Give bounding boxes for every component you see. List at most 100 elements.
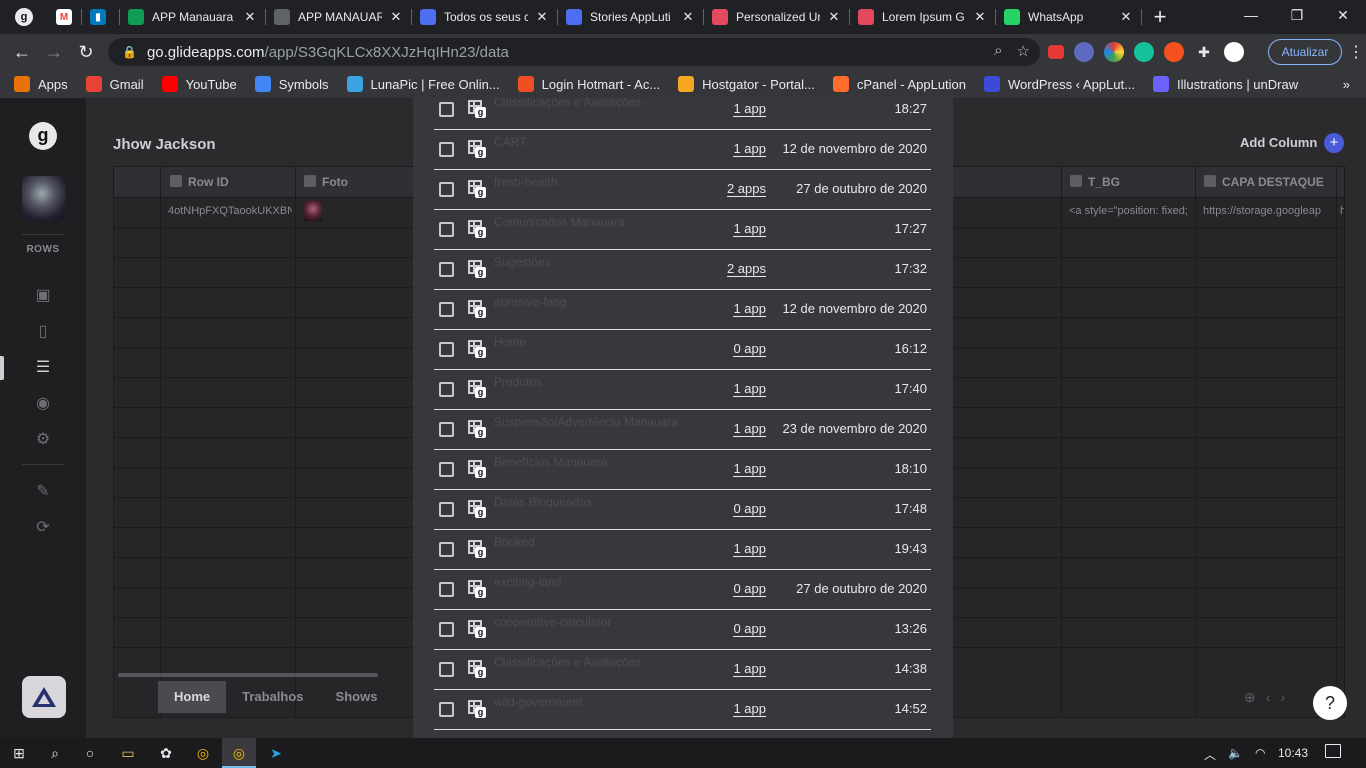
close-tab-icon[interactable]: ✕: [972, 9, 988, 25]
close-tab-icon[interactable]: ✕: [680, 9, 696, 25]
add-column-button[interactable]: +: [1324, 133, 1344, 153]
column-header-t-bg[interactable]: T_BG: [1070, 175, 1120, 189]
chevron-up-icon[interactable]: ︿: [1204, 746, 1216, 763]
apps-count-link[interactable]: 1 app: [704, 701, 766, 717]
select-checkbox[interactable]: [439, 102, 454, 117]
search-icon[interactable]: ⌕: [45, 743, 65, 763]
select-checkbox[interactable]: [439, 622, 454, 637]
app-avatar[interactable]: [22, 176, 66, 220]
bookmark-item[interactable]: Apps: [14, 76, 68, 92]
browser-tab[interactable]: Personalized Ur ✕: [704, 0, 850, 34]
add-tab-icon[interactable]: ⊕: [1244, 689, 1256, 706]
table-list-item[interactable]: g Produtos 1 app 17:40: [434, 370, 931, 410]
table-list-item[interactable]: g abrasive-fang 1 app 12 de novembro de 202…: [434, 290, 931, 330]
bookmark-item[interactable]: Hostgator - Portal...: [678, 76, 815, 92]
extension-red-icon[interactable]: [1048, 45, 1064, 59]
select-checkbox[interactable]: [439, 502, 454, 517]
chevron-right-icon[interactable]: ›: [1280, 689, 1285, 706]
bookmark-star-icon[interactable]: ☆: [1017, 42, 1030, 60]
table-list-item[interactable]: g Benefícios Manauara 1 app 18:10: [434, 450, 931, 490]
chevron-left-icon[interactable]: ‹: [1266, 689, 1271, 706]
table-list-item[interactable]: g Datas Bloqueadas 0 app 17:48: [434, 490, 931, 530]
file-explorer-icon[interactable]: ▭: [118, 743, 138, 763]
column-header-row-id[interactable]: Row ID: [170, 175, 229, 189]
extension-color-icon[interactable]: [1104, 42, 1124, 62]
browser-tab[interactable]: APP Manauara ✕: [120, 0, 266, 34]
select-checkbox[interactable]: [439, 182, 454, 197]
app-icon[interactable]: ✿: [156, 743, 176, 763]
volume-icon[interactable]: 🔈: [1228, 746, 1243, 763]
applution-logo[interactable]: [22, 676, 66, 718]
notification-icon[interactable]: [1325, 744, 1341, 758]
puzzle-icon[interactable]: ✚: [1194, 42, 1214, 62]
address-bar[interactable]: 🔒 go.glideapps.com/app/S3GqKLCx8XXJzHqIH…: [108, 38, 1040, 66]
apps-count-link[interactable]: 1 app: [704, 101, 766, 117]
tab-gmail[interactable]: M: [48, 0, 82, 34]
table-list-item[interactable]: g fresh-health 2 apps 27 de outubro de 2020: [434, 170, 931, 210]
windows-start-icon[interactable]: ⊞: [9, 743, 29, 763]
bookmark-item[interactable]: LunaPic | Free Onlin...: [346, 76, 500, 92]
extension-orange-icon[interactable]: [1164, 42, 1184, 62]
select-checkbox[interactable]: [439, 582, 454, 597]
wifi-icon[interactable]: ◠: [1255, 746, 1265, 763]
cell-row-id[interactable]: 4otNHpFXQTaookUKXBN: [168, 205, 292, 217]
sync-icon[interactable]: ⟳: [33, 518, 53, 538]
column-header-foto[interactable]: Foto: [304, 175, 348, 189]
select-checkbox[interactable]: [439, 542, 454, 557]
select-checkbox[interactable]: [439, 462, 454, 477]
chrome-canary-icon[interactable]: ◎: [229, 743, 249, 763]
tab-trabalhos[interactable]: Trabalhos: [226, 681, 319, 713]
browser-tab[interactable]: Todos os seus c ✕: [412, 0, 558, 34]
apps-count-link[interactable]: 1 app: [704, 301, 766, 317]
select-checkbox[interactable]: [439, 222, 454, 237]
table-list-item[interactable]: g Booked 1 app 19:43: [434, 530, 931, 570]
table-list-item[interactable]: g exciting-land 0 app 27 de outubro de 2020: [434, 570, 931, 610]
chrome-icon[interactable]: ◎: [193, 743, 213, 763]
browser-tab[interactable]: Lorem Ipsum G ✕: [850, 0, 996, 34]
telegram-icon[interactable]: ➤: [266, 743, 286, 763]
select-checkbox[interactable]: [439, 382, 454, 397]
menu-icon[interactable]: ⋮: [1348, 42, 1364, 62]
apps-count-link[interactable]: 1 app: [704, 461, 766, 477]
apps-count-link[interactable]: 2 apps: [704, 181, 766, 197]
bookmark-item[interactable]: Gmail: [85, 76, 144, 92]
database-icon[interactable]: ☰: [33, 358, 53, 378]
apps-count-link[interactable]: 1 app: [704, 541, 766, 557]
select-checkbox[interactable]: [439, 342, 454, 357]
grammarly-icon[interactable]: [1134, 42, 1154, 62]
help-button[interactable]: ?: [1313, 686, 1347, 720]
table-list-item[interactable]: g Classificações e Avaliações 1 app 18:27: [434, 98, 931, 130]
close-tab-icon[interactable]: ✕: [826, 9, 842, 25]
table-list-item[interactable]: g CART 1 app 12 de novembro de 2020: [434, 130, 931, 170]
reload-icon[interactable]: ↻: [70, 42, 102, 63]
select-checkbox[interactable]: [439, 702, 454, 717]
cell-extra[interactable]: h: [1340, 205, 1344, 217]
close-tab-icon[interactable]: ✕: [388, 9, 404, 25]
task-view-icon[interactable]: ○: [80, 743, 100, 763]
apps-count-link[interactable]: 0 app: [704, 581, 766, 597]
table-list-item[interactable]: g Home 0 app 16:12: [434, 330, 931, 370]
forward-icon[interactable]: →: [38, 42, 70, 63]
back-icon[interactable]: ←: [6, 42, 38, 63]
more-bookmarks-icon[interactable]: »: [1343, 77, 1350, 92]
select-checkbox[interactable]: [439, 422, 454, 437]
table-list-item[interactable]: g Classificações e Avaliações 1 app 14:38: [434, 650, 931, 690]
bookmark-item[interactable]: YouTube: [161, 76, 237, 92]
cell-t-bg[interactable]: <a style="position: fixed;: [1069, 205, 1191, 217]
zoom-icon[interactable]: ⌕: [994, 42, 1002, 60]
apps-count-link[interactable]: 1 app: [704, 381, 766, 397]
update-button[interactable]: Atualizar: [1268, 39, 1342, 65]
phone-icon[interactable]: ▯: [33, 322, 53, 342]
tab-shows[interactable]: Shows: [320, 681, 394, 713]
column-header-capa-destaque[interactable]: CAPA DESTAQUE: [1204, 175, 1324, 189]
select-checkbox[interactable]: [439, 662, 454, 677]
cell-capa-destaque[interactable]: https://storage.googleap: [1203, 205, 1333, 217]
close-icon[interactable]: ✕: [1320, 0, 1366, 30]
tab-trello[interactable]: ▮: [82, 0, 120, 34]
tab-home[interactable]: Home: [158, 681, 227, 713]
close-tab-icon[interactable]: ✕: [534, 9, 550, 25]
glide-logo[interactable]: g: [29, 122, 57, 150]
select-checkbox[interactable]: [439, 302, 454, 317]
new-tab-button[interactable]: +: [1142, 4, 1178, 30]
browser-tab[interactable]: WhatsApp ✕: [996, 0, 1142, 34]
